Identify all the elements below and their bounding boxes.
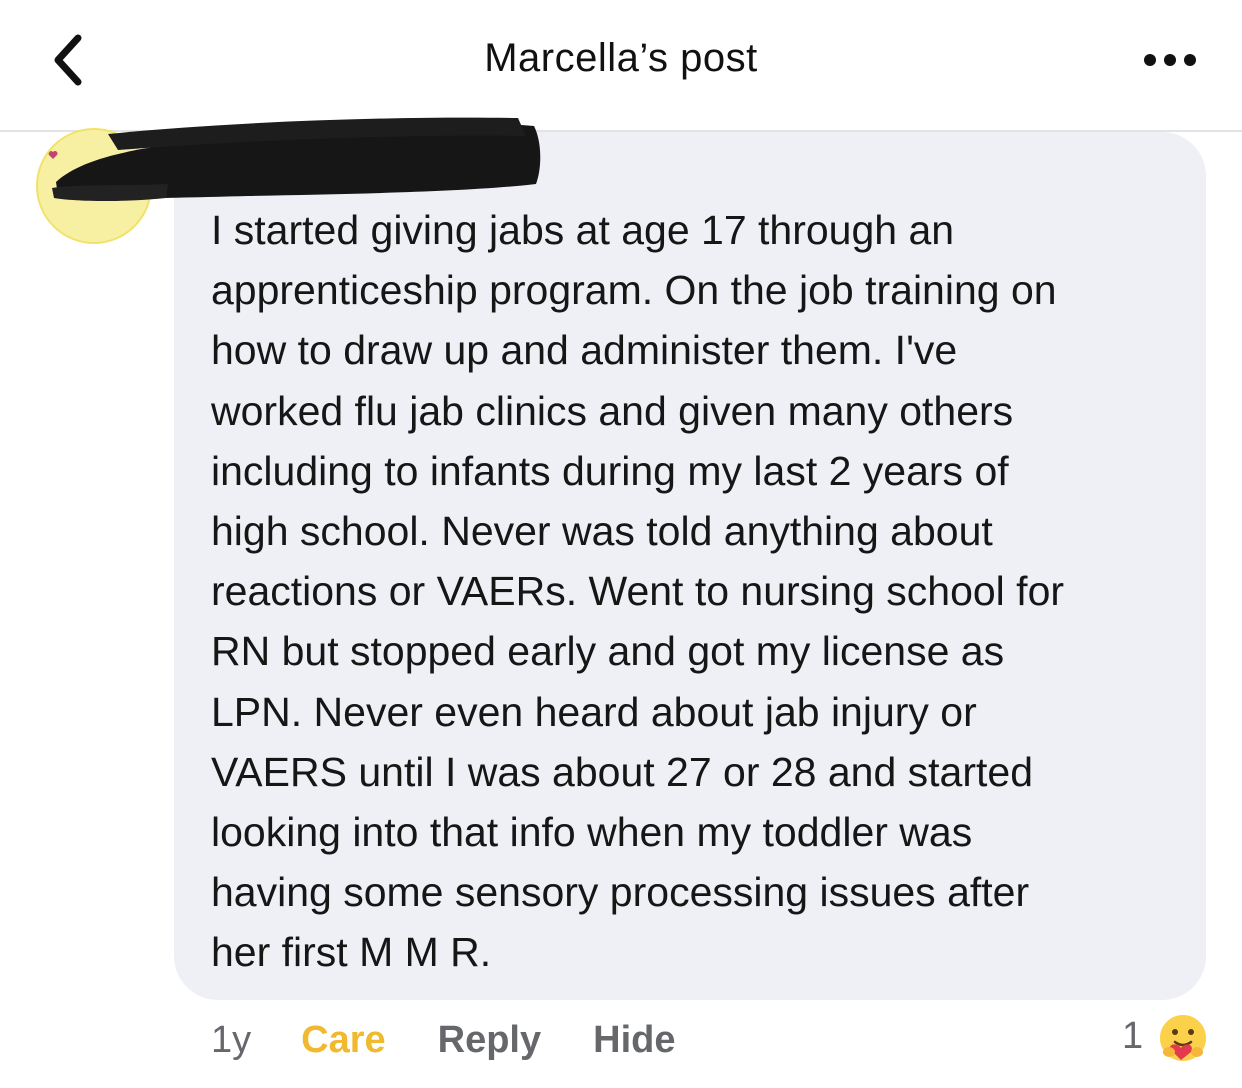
comment-line: I started giving jabs at age 17 through … (211, 207, 955, 253)
comment-line: how to draw up and administer them. I've (211, 327, 958, 374)
page-title: Marcella’s post (484, 36, 758, 80)
comment-line: LPN. Never even heard about jab injury o… (211, 688, 977, 735)
redaction-mark (52, 117, 541, 201)
reply-button[interactable]: Reply (438, 1019, 541, 1062)
hide-button[interactable]: Hide (593, 1019, 675, 1062)
more-horizontal-icon[interactable] (1140, 45, 1200, 75)
comment-line: looking into that info when my toddler w… (211, 809, 973, 856)
comment-line: VAERS until I was about 27 or 28 and sta… (211, 748, 1034, 795)
comment-line: including to infants during my last 2 ye… (211, 447, 1009, 494)
comment-line: having some sensory processing issues af… (211, 869, 1030, 916)
comment-line: RN but stopped early and got my license … (211, 628, 1005, 675)
comment-line: reactions or VAERs. Went to nursing scho… (211, 568, 1065, 615)
comment-text: I started giving jabs at age 17 through … (211, 200, 1186, 983)
comment-line: her first M M R. (211, 929, 492, 976)
comment-actions: 1y Care Reply Hide (211, 1015, 675, 1065)
care-button[interactable]: Care (301, 1019, 386, 1062)
care-reaction-icon[interactable] (1157, 1012, 1209, 1064)
comment-timestamp: 1y (211, 1018, 252, 1061)
comment-line: worked flu jab clinics and given many ot… (211, 387, 1014, 434)
comment-line: apprenticeship program. On the job train… (211, 267, 1057, 314)
reaction-count[interactable]: 1 (1122, 1015, 1143, 1058)
comment-line: high school. Never was told anything abo… (211, 508, 993, 555)
